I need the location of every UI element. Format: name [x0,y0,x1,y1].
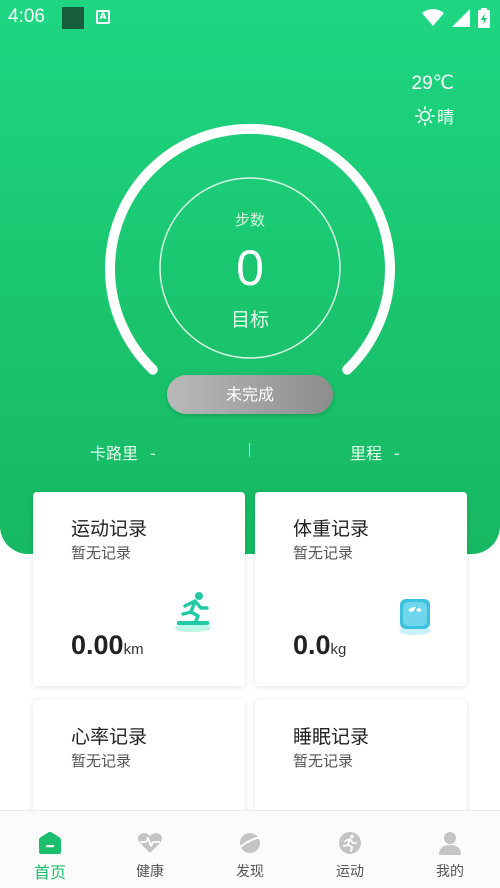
nav-item-home[interactable]: 首页 [0,811,100,888]
planet-icon [238,833,262,853]
nav-item-discover[interactable]: 发现 [200,811,300,888]
weight-record-card[interactable]: 体重记录 暂无记录 0.0kg [255,492,467,686]
exercise-record-card[interactable]: 运动记录 暂无记录 0.00km [33,492,245,686]
nav-label: 运动 [336,864,364,880]
heart-pulse-icon [138,833,162,853]
calories-value: - [150,444,156,463]
nav-label: 首页 [33,863,66,882]
bottom-navigation: 首页 健康 发现 运动 我的 [0,810,500,888]
stats-divider [249,443,250,457]
nav-item-health[interactable]: 健康 [100,811,200,888]
nav-item-exercise[interactable]: 运动 [300,811,400,888]
distance-label: 里程 [350,444,383,463]
card-title: 心率记录 [71,726,148,748]
card-value: 0.0kg [293,630,347,660]
card-subtitle: 暂无记录 [71,752,132,770]
card-value: 0.00km [71,630,144,660]
goal-label[interactable]: 目标 [200,305,300,332]
nav-label: 健康 [136,864,164,880]
nav-item-profile[interactable]: 我的 [400,811,500,888]
runner-icon [339,832,361,854]
steps-label: 步数 [234,211,265,229]
distance-value: - [394,444,400,463]
distance-stat: 里程 - [350,440,400,464]
profile-icon [439,832,461,855]
calories-stat: 卡路里 - [90,440,156,464]
nav-label: 发现 [236,864,264,880]
card-title: 体重记录 [293,518,370,540]
steps-value: 0 [236,240,264,296]
running-treadmill-icon [175,592,211,632]
card-subtitle: 暂无记录 [293,544,354,562]
home-icon [39,831,61,854]
card-title: 运动记录 [71,518,148,540]
completion-status-button[interactable]: 未完成 [167,375,333,414]
card-subtitle: 暂无记录 [293,752,354,770]
nav-label: 我的 [436,864,464,880]
scale-icon [399,599,431,635]
card-title: 睡眠记录 [293,726,370,748]
card-subtitle: 暂无记录 [71,544,132,562]
calories-label: 卡路里 [90,444,139,463]
